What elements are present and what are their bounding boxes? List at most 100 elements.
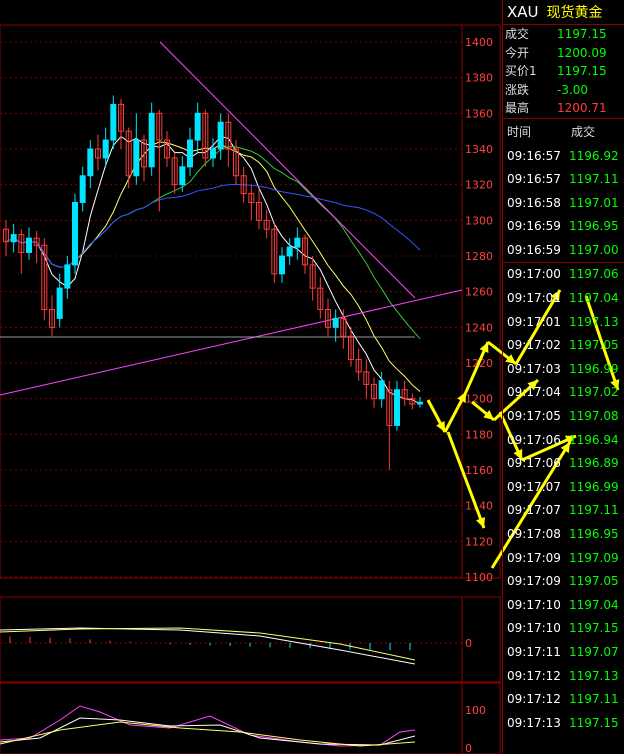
quote-label: 买价1: [505, 64, 537, 78]
tick-row: 09:16:58 1197.01: [503, 192, 624, 216]
y-tick-label: 1200: [465, 393, 493, 406]
price-frame: [0, 24, 501, 579]
tick-price: 1197.15: [569, 621, 619, 636]
tick-price: 1196.95: [569, 527, 619, 541]
tick-price: 1197.08: [569, 409, 619, 424]
tick-price: 1197.05: [569, 574, 619, 589]
tick-time: 09:17:00: [507, 267, 561, 282]
tick-time: 09:17:07: [507, 503, 561, 518]
y-tick-label: 1380: [465, 72, 493, 85]
y-tick-label: 1400: [465, 36, 493, 49]
quote-value: -3.00: [557, 82, 589, 97]
tick-time: 09:17:04: [507, 385, 561, 400]
rsi-frame: [0, 682, 501, 754]
y-tick-label: 1360: [465, 107, 493, 120]
tick-row: 09:17:02 1197.05: [503, 334, 624, 358]
tick-row: 09:17:05 1197.08: [503, 405, 624, 429]
tick-row: 09:17:06 1196.94: [503, 429, 624, 453]
tick-row: 09:16:57 1196.92: [503, 145, 624, 169]
tick-time: 09:17:01: [507, 291, 561, 306]
price-grid: [0, 24, 501, 579]
macd-dif: [0, 627, 416, 665]
candle-body: [217, 121, 224, 150]
tick-time: 09:17:12: [507, 692, 561, 707]
y-tick-label: 1120: [465, 535, 493, 548]
col-time: 时间: [507, 124, 532, 139]
tick-price: 1196.99: [569, 361, 619, 376]
tick-list-b: 09:17:00 1197.06 09:17:01 1197.04 09:17:01 11…: [503, 263, 624, 735]
tick-price: 1197.04: [569, 597, 619, 612]
candle-body: [378, 380, 385, 400]
y-tick-label: 1240: [465, 321, 493, 334]
y-tick-label: 1340: [465, 143, 493, 156]
candle-body: [10, 234, 17, 243]
candle-body: [394, 389, 400, 426]
candle-body: [417, 401, 423, 405]
rsi-line-1: [0, 705, 416, 747]
quote-label: 成交: [505, 27, 530, 41]
tick-price: 1197.15: [569, 715, 619, 730]
tick-price: 1197.00: [569, 242, 619, 257]
y-tick-label: 1180: [465, 428, 493, 441]
tick-time: 09:17:12: [507, 668, 561, 683]
quote-value: 1200.09: [557, 45, 607, 60]
macd-dea: [0, 627, 416, 661]
tick-row: 09:17:07 1196.99: [503, 476, 624, 500]
y-axis-labels: 1400138013601340132013001280126012401220…: [465, 36, 493, 584]
tick-row: 09:17:01 1197.04: [503, 287, 624, 311]
candle-body: [79, 175, 86, 203]
quote-list: 成交 1197.15 今开 1200.09 买价1 1197.15 涨跌 -3.00 最高 120…: [503, 25, 624, 118]
tick-row: 09:17:09 1197.05: [503, 570, 624, 594]
tick-row: 09:17:09 1197.09: [503, 547, 624, 571]
tick-row: 09:17:06 1196.89: [503, 452, 624, 476]
candle-body: [179, 166, 186, 186]
tick-time: 09:17:10: [507, 597, 561, 612]
tick-price: 1196.99: [569, 479, 619, 494]
candle-body: [187, 139, 193, 168]
tick-time: 09:17:08: [507, 527, 561, 541]
tick-time: 09:17:07: [507, 479, 561, 494]
candle-body: [210, 148, 216, 159]
candle-body: [102, 139, 109, 159]
tick-row: 09:17:13 1197.15: [503, 712, 624, 736]
trend-line-lower: [0, 289, 463, 396]
y-tick-label: 1100: [465, 571, 493, 584]
quote-row: 买价1 1197.15: [503, 62, 624, 81]
tick-time: 09:17:13: [507, 715, 561, 730]
tick-time: 09:17:09: [507, 574, 561, 589]
tick-price: 1197.04: [569, 291, 619, 306]
tick-row: 09:17:08 1196.95: [503, 523, 624, 547]
tick-price: 1196.94: [569, 432, 619, 447]
tick-time: 09:17:06: [507, 456, 561, 471]
tick-time: 09:17:06: [507, 432, 561, 447]
tick-price: 1196.92: [569, 148, 619, 163]
tick-time: 09:17:11: [507, 644, 561, 659]
tick-time: 09:16:57: [507, 148, 561, 163]
tick-row: 09:17:10 1197.04: [503, 594, 624, 618]
moving-averages: [0, 41, 463, 405]
rsi-line-2: [0, 717, 416, 746]
symbol-header: XAU 现货黄金: [503, 0, 624, 25]
tick-time: 09:16:59: [507, 219, 561, 234]
ma-line: [5, 183, 421, 268]
candle-body: [72, 202, 78, 266]
tick-price: 1197.09: [569, 550, 619, 565]
quote-label: 涨跌: [505, 82, 530, 97]
rsi-tick-label: 100: [465, 704, 486, 717]
tick-price: 1197.13: [569, 314, 619, 329]
tick-row: 09:17:12 1197.11: [503, 688, 624, 712]
candle-body: [279, 255, 285, 275]
tick-row: 09:17:01 1197.13: [503, 311, 624, 335]
tick-price: 1197.07: [569, 644, 619, 659]
candle-body: [148, 112, 155, 168]
y-tick-label: 1320: [465, 179, 493, 192]
tick-row: 09:17:11 1197.07: [503, 641, 624, 665]
arrow-shaft: [446, 431, 486, 529]
tick-time: 09:17:10: [507, 621, 561, 636]
quote-sidebar: XAU 现货黄金 成交 1197.15 今开 1200.09 买价1 1197.15 涨跌 -3…: [502, 0, 624, 754]
candle-body: [87, 148, 94, 177]
tick-row: 09:16:59 1197.00: [503, 239, 624, 263]
quote-row: 最高 1200.71: [503, 99, 624, 118]
macd-tick-label: 0: [465, 637, 472, 650]
tick-price: 1197.02: [569, 385, 619, 400]
